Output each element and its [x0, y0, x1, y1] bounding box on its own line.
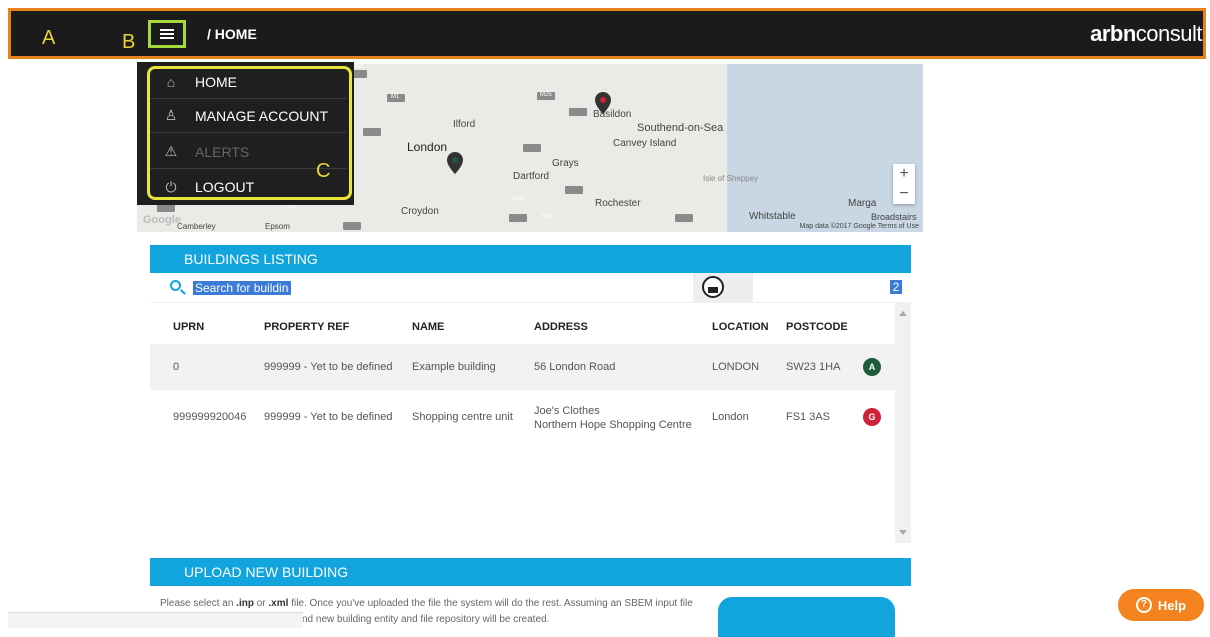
help-button[interactable]: ? Help	[1118, 589, 1204, 621]
cell-name: Shopping centre unit	[412, 411, 513, 423]
cell-postcode: FS1 3AS	[786, 411, 831, 423]
column-header[interactable]: PROPERTY REF	[264, 321, 349, 333]
road-label: M1	[355, 64, 364, 70]
scroll-down-arrow-icon[interactable]	[899, 530, 907, 535]
upload-header: UPLOAD NEW BUILDING	[150, 558, 911, 586]
map-label: Epsom	[265, 222, 290, 231]
map-label: Marga	[848, 198, 877, 209]
search-icon	[170, 280, 181, 291]
table-row[interactable]: 999999920046 999999 - Yet to be defined …	[150, 390, 895, 436]
road-label: M25	[513, 196, 525, 202]
building-count: 2	[890, 280, 902, 294]
cell-property-ref: 999999 - Yet to be defined	[264, 361, 393, 373]
hamburger-icon	[160, 29, 174, 39]
google-logo: Google	[143, 214, 181, 226]
cell-location: London	[712, 411, 749, 423]
cell-postcode: SW23 1HA	[786, 361, 841, 373]
map-label: Broadstairs	[871, 212, 917, 222]
map-label: Ilford	[453, 119, 476, 130]
column-header[interactable]: LOCATION	[712, 321, 769, 333]
rating-badge: A	[863, 358, 881, 376]
hamburger-menu-button[interactable]	[148, 20, 186, 48]
rating-badge: G	[863, 408, 881, 426]
column-header[interactable]: UPRN	[173, 321, 204, 333]
annotation-c: C	[316, 160, 331, 182]
column-header[interactable]: NAME	[412, 321, 444, 333]
status-strip	[8, 612, 303, 628]
road-label: M25	[540, 92, 552, 98]
table-row[interactable]: 0 999999 - Yet to be defined Example bui…	[150, 344, 895, 390]
map-sea	[727, 64, 923, 232]
zoom-in-button[interactable]: +	[893, 164, 915, 184]
scroll-up-arrow-icon[interactable]	[899, 311, 907, 316]
cell-address: Joe's Clothes	[534, 405, 600, 417]
question-icon: ?	[1135, 597, 1152, 613]
road-label: M1	[391, 94, 400, 100]
map-label: Canvey Island	[613, 138, 677, 149]
map-pin-icon[interactable]	[595, 92, 611, 114]
map-label: Grays	[552, 158, 579, 169]
cell-name: Example building	[412, 361, 496, 373]
map-label: Isle of Sheppey	[703, 174, 759, 183]
map-label: London	[407, 140, 448, 154]
map-label: Croydon	[401, 206, 439, 217]
map-label: Camberley	[177, 222, 216, 231]
table-scrollbar[interactable]	[895, 303, 911, 543]
search-bar	[150, 273, 911, 303]
map-label: Dartford	[513, 171, 550, 182]
header-frame	[8, 8, 1206, 59]
cell-uprn: 999999920046	[173, 411, 247, 423]
map-label: Rochester	[595, 198, 641, 209]
annotation-b: B	[122, 31, 136, 53]
column-header[interactable]: ADDRESS	[534, 321, 588, 333]
column-header[interactable]: POSTCODE	[786, 321, 848, 333]
brand-logo: arbnconsult	[1090, 21, 1202, 46]
building-filter-icon[interactable]	[702, 276, 724, 298]
buildings-listing-header: BUILDINGS LISTING	[150, 245, 911, 273]
annotation-a: A	[42, 27, 56, 49]
cell-address-line2: Northern Hope Shopping Centre	[534, 419, 692, 431]
cell-address: 56 London Road	[534, 361, 616, 373]
cell-property-ref: 999999 - Yet to be defined	[264, 411, 393, 423]
map-label: Southend-on-Sea	[637, 122, 724, 134]
upload-dropzone[interactable]	[718, 597, 895, 637]
buildings-table: UPRN PROPERTY REF NAME ADDRESS LOCATION …	[150, 303, 911, 543]
zoom-out-button[interactable]: −	[893, 184, 915, 204]
cell-uprn: 0	[173, 361, 180, 373]
cell-location: LONDON	[712, 361, 760, 373]
road-label: M20	[542, 214, 554, 220]
map-label: Whitstable	[749, 211, 796, 222]
map-pin-icon[interactable]	[447, 152, 463, 174]
breadcrumb: / HOME	[207, 26, 257, 42]
search-input[interactable]	[193, 281, 291, 295]
map-attribution[interactable]: Map data ©2017 Google Terms of Use	[800, 223, 919, 230]
map-zoom-control: + −	[893, 164, 915, 204]
